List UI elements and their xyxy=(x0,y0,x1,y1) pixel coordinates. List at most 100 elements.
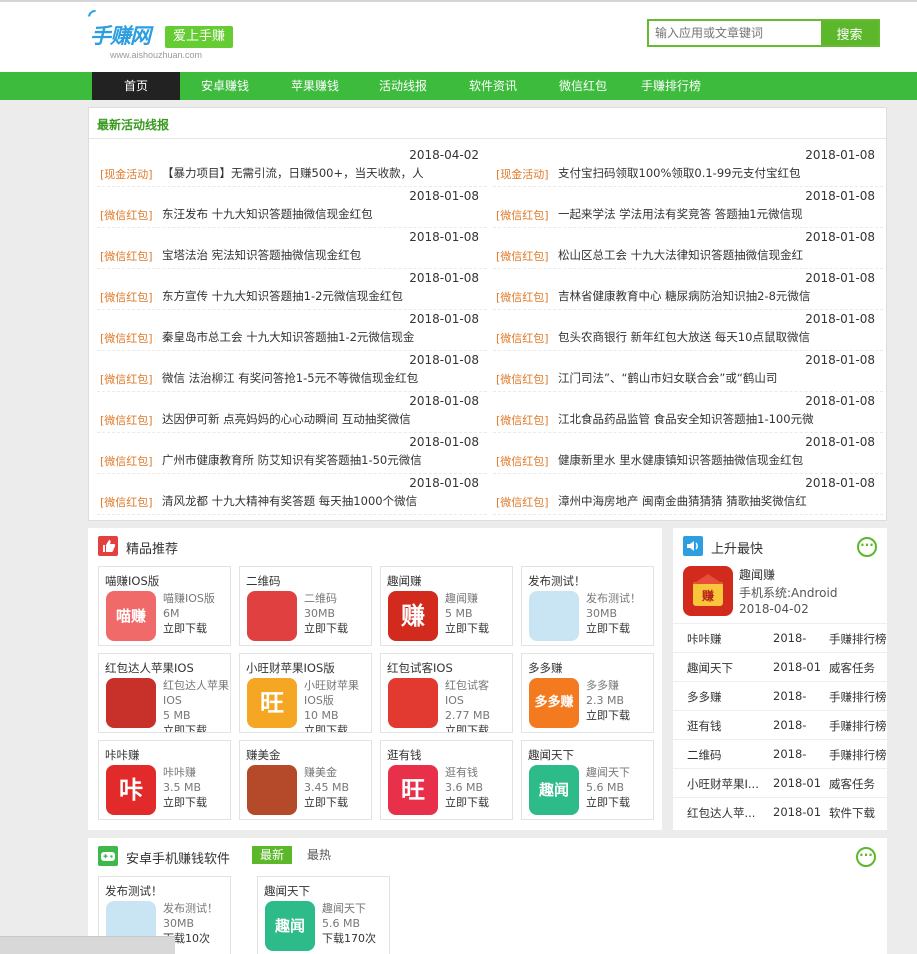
app-card[interactable]: 咔咔赚咔 咔咔赚 3.5 MB 立即下载 xyxy=(98,740,231,820)
app-card-name[interactable]: 发布测试！ xyxy=(105,883,163,899)
app-card-name[interactable]: 红包达人苹果IOS xyxy=(105,660,194,676)
news-tag[interactable]: [微信红包] xyxy=(100,494,153,510)
news-tag[interactable]: [微信红包] xyxy=(496,248,549,264)
rank-app-name[interactable]: 二维码 xyxy=(687,747,762,763)
rank-category[interactable]: 威客任务 xyxy=(829,660,887,676)
news-link[interactable]: 达因伊可新 点亮妈妈的心心动瞬间 互动抽奖微信 xyxy=(162,411,480,427)
app-card-name[interactable]: 赚美金 xyxy=(246,747,281,763)
news-row[interactable]: 2018-01-08 [微信红包] 江门司法”、“鹤山市妇女联合会”或“鹤山司 xyxy=(493,351,883,392)
more-icon[interactable]: ··· xyxy=(857,537,877,557)
news-row[interactable]: 2018-01-08 [微信红包] 松山区总工会 十九大法律知识答题抽微信现金红 xyxy=(493,228,883,269)
news-row[interactable]: 2018-01-08 [微信红包] 东汪发布 十九大知识答题抽微信现金红包 xyxy=(97,187,487,228)
rank-app-name[interactable]: 多多赚 xyxy=(687,689,762,705)
download-link[interactable]: 立即下载 xyxy=(304,723,359,732)
download-link[interactable]: 立即下载 xyxy=(304,621,348,636)
app-card-name[interactable]: 多多赚 xyxy=(528,660,563,676)
rank-app-name[interactable]: 小旺财苹果I... xyxy=(687,776,762,792)
app-card[interactable]: 小旺财苹果IOS版旺小旺财苹果 IOS版 10 MB 立即下载 xyxy=(239,653,372,733)
news-row[interactable]: 2018-01-08 [微信红包] 清风龙都 十九大精神有奖答题 每天抽1000个微… xyxy=(97,474,487,515)
app-card[interactable]: 二维码 二维码 30MB 立即下载 xyxy=(239,566,372,646)
rank-row[interactable]: 小旺财苹果I... 2018-01- 威客任务 xyxy=(673,768,887,797)
news-link[interactable]: 秦皇岛市总工会 十九大知识答题抽1-2元微信现金 xyxy=(162,329,480,345)
news-link[interactable]: 【暴力项目】无需引流，日赚500+，当天收款，人 xyxy=(162,165,480,181)
nav-item-software[interactable]: 软件资讯 xyxy=(450,72,536,100)
news-tag[interactable]: [微信红包] xyxy=(496,289,549,305)
news-tag[interactable]: [现金活动] xyxy=(496,166,549,182)
download-link[interactable]: 立即下载 xyxy=(586,795,630,810)
news-link[interactable]: 健康新里水 里水健康镇知识答题抽微信现金红包 xyxy=(558,452,876,468)
news-tag[interactable]: [微信红包] xyxy=(100,453,153,469)
news-link[interactable]: 江北食品药品监管 食品安全知识答题抽1-100元微 xyxy=(558,411,876,427)
app-icon[interactable]: 旺 xyxy=(388,765,438,815)
rank-app-name[interactable]: 趣闻天下 xyxy=(687,660,762,676)
news-tag[interactable]: [微信红包] xyxy=(496,494,549,510)
app-card-name[interactable]: 咔咔赚 xyxy=(105,747,140,763)
app-icon[interactable]: 趣闻 xyxy=(265,901,315,951)
news-row[interactable]: 2018-01-08 [微信红包] 宝塔法治 宪法知识答题抽微信现金红包 xyxy=(97,228,487,269)
app-card-name[interactable]: 喵赚IOS版 xyxy=(105,573,159,589)
tab-new[interactable]: 最新 xyxy=(252,846,293,864)
nav-item-android[interactable]: 安卓赚钱 xyxy=(182,72,268,100)
nav-item-home[interactable]: 首页 xyxy=(92,72,180,100)
news-row[interactable]: 2018-01-08 [微信红包] 东方宣传 十九大知识答题抽1-2元微信现金红包 xyxy=(97,269,487,310)
rank-row[interactable]: 红包达人苹... 2018-01- 软件下载 xyxy=(673,797,887,826)
nav-item-wechat[interactable]: 微信红包 xyxy=(540,72,626,100)
news-link[interactable]: 吉林省健康教育中心 糖尿病防治知识抽2-8元微信 xyxy=(558,288,876,304)
download-link[interactable]: 立即下载 xyxy=(163,723,229,732)
download-link[interactable]: 立即下载 xyxy=(586,708,630,723)
news-tag[interactable]: [微信红包] xyxy=(100,248,153,264)
app-icon[interactable]: 趣闻 xyxy=(529,765,579,815)
news-row[interactable]: 2018-01-08 [微信红包] 江北食品药品监管 食品安全知识答题抽1-100元… xyxy=(493,392,883,433)
news-row[interactable]: 2018-01-08 [微信红包] 秦皇岛市总工会 十九大知识答题抽1-2元微信现金 xyxy=(97,310,487,351)
app-card-name[interactable]: 趣闻天下 xyxy=(528,747,574,763)
news-tag[interactable]: [现金活动] xyxy=(100,166,153,182)
news-tag[interactable]: [微信红包] xyxy=(496,453,549,469)
news-tag[interactable]: [微信红包] xyxy=(496,207,549,223)
app-card-name[interactable]: 小旺财苹果IOS版 xyxy=(246,660,335,676)
news-tag[interactable]: [微信红包] xyxy=(100,207,153,223)
app-card-name[interactable]: 发布测试！ xyxy=(528,573,586,589)
app-icon[interactable] xyxy=(247,591,297,641)
news-row[interactable]: 2018-01-08 [微信红包] 微信 法治柳江 有奖问答抢1-5元不等微信现金红… xyxy=(97,351,487,392)
news-tag[interactable]: [微信红包] xyxy=(100,330,153,346)
app-card[interactable]: 红包达人苹果IOS 红包达人苹果 IOS 5 MB 立即下载 xyxy=(98,653,231,733)
rank-category[interactable]: 手赚排行榜 xyxy=(829,631,887,647)
news-link[interactable]: 包头农商银行 新年红包大放送 每天10点鼠取微信 xyxy=(558,329,876,345)
news-row[interactable]: 2018-04-02 [现金活动] 【暴力项目】无需引流，日赚500+，当天收款，人 xyxy=(97,146,487,187)
download-link[interactable]: 立即下载 xyxy=(304,795,349,810)
app-card[interactable]: 多多赚 多多赚 多多赚 2.3 MB 立即下载 xyxy=(521,653,654,733)
app-icon[interactable]: 赚 xyxy=(388,591,438,641)
more-icon[interactable]: ··· xyxy=(856,847,876,867)
news-row[interactable]: 2018-01-08 [微信红包] 漳州中海房地产 闽南金曲猜猜猜 猜歌抽奖微信红 xyxy=(493,474,883,515)
news-link[interactable]: 一起来学法 学法用法有奖竞答 答题抽1元微信现 xyxy=(558,206,876,222)
news-row[interactable]: 2018-01-08 [微信红包] 吉林省健康教育中心 糖尿病防治知识抽2-8元微信 xyxy=(493,269,883,310)
rank-category[interactable]: 软件下载 xyxy=(829,805,887,821)
news-tag[interactable]: [微信红包] xyxy=(100,412,153,428)
news-row[interactable]: 2018-01-08 [微信红包] 达因伊可新 点亮妈妈的心心动瞬间 互动抽奖微信 xyxy=(97,392,487,433)
news-link[interactable]: 微信 法治柳江 有奖问答抢1-5元不等微信现金红包 xyxy=(162,370,480,386)
app-card[interactable]: 趣闻天下 趣闻 趣闻天下 5.6 MB 下载170次 xyxy=(257,876,390,954)
app-icon[interactable]: 旺 xyxy=(247,678,297,728)
news-row[interactable]: 2018-01-08 [微信红包] 一起来学法 学法用法有奖竞答 答题抽1元微信现 xyxy=(493,187,883,228)
app-card[interactable]: 红包试客IOS 红包试客 IOS 2.77 MB 立即下载 xyxy=(380,653,513,733)
news-link[interactable]: 江门司法”、“鹤山市妇女联合会”或“鹤山司 xyxy=(558,370,876,386)
nav-item-ranking[interactable]: 手赚排行榜 xyxy=(628,72,714,100)
news-link[interactable]: 松山区总工会 十九大法律知识答题抽微信现金红 xyxy=(558,247,876,263)
rank-category[interactable]: 手赚排行榜 xyxy=(829,747,887,763)
app-card[interactable]: 逛有钱旺 逛有钱 3.6 MB 立即下载 xyxy=(380,740,513,820)
rank-category[interactable]: 手赚排行榜 xyxy=(829,689,887,705)
news-row[interactable]: 2018-01-08 [微信红包] 广州市健康教育所 防艾知识有奖答题抽1-50元微… xyxy=(97,433,487,474)
news-tag[interactable]: [微信红包] xyxy=(100,289,153,305)
news-row[interactable]: 2018-01-08 [微信红包] 健康新里水 里水健康镇知识答题抽微信现金红包 xyxy=(493,433,883,474)
app-icon[interactable] xyxy=(529,591,579,641)
app-card[interactable]: 发布测试！ 发布测试！ 30MB 立即下载 xyxy=(521,566,654,646)
app-icon[interactable] xyxy=(247,765,297,815)
rank-row[interactable]: 咔咔赚 2018- 手赚排行榜 xyxy=(673,623,887,652)
app-icon[interactable]: 多多赚 xyxy=(529,678,579,728)
download-link[interactable]: 立即下载 xyxy=(163,621,215,636)
app-card[interactable]: 喵赚IOS版 喵赚 喵赚IOS版 6M 立即下载 xyxy=(98,566,231,646)
search-input[interactable] xyxy=(649,21,821,45)
app-card-name[interactable]: 趣闻赚 xyxy=(387,573,422,589)
app-icon[interactable]: 喵赚 xyxy=(106,591,156,641)
news-tag[interactable]: [微信红包] xyxy=(496,412,549,428)
